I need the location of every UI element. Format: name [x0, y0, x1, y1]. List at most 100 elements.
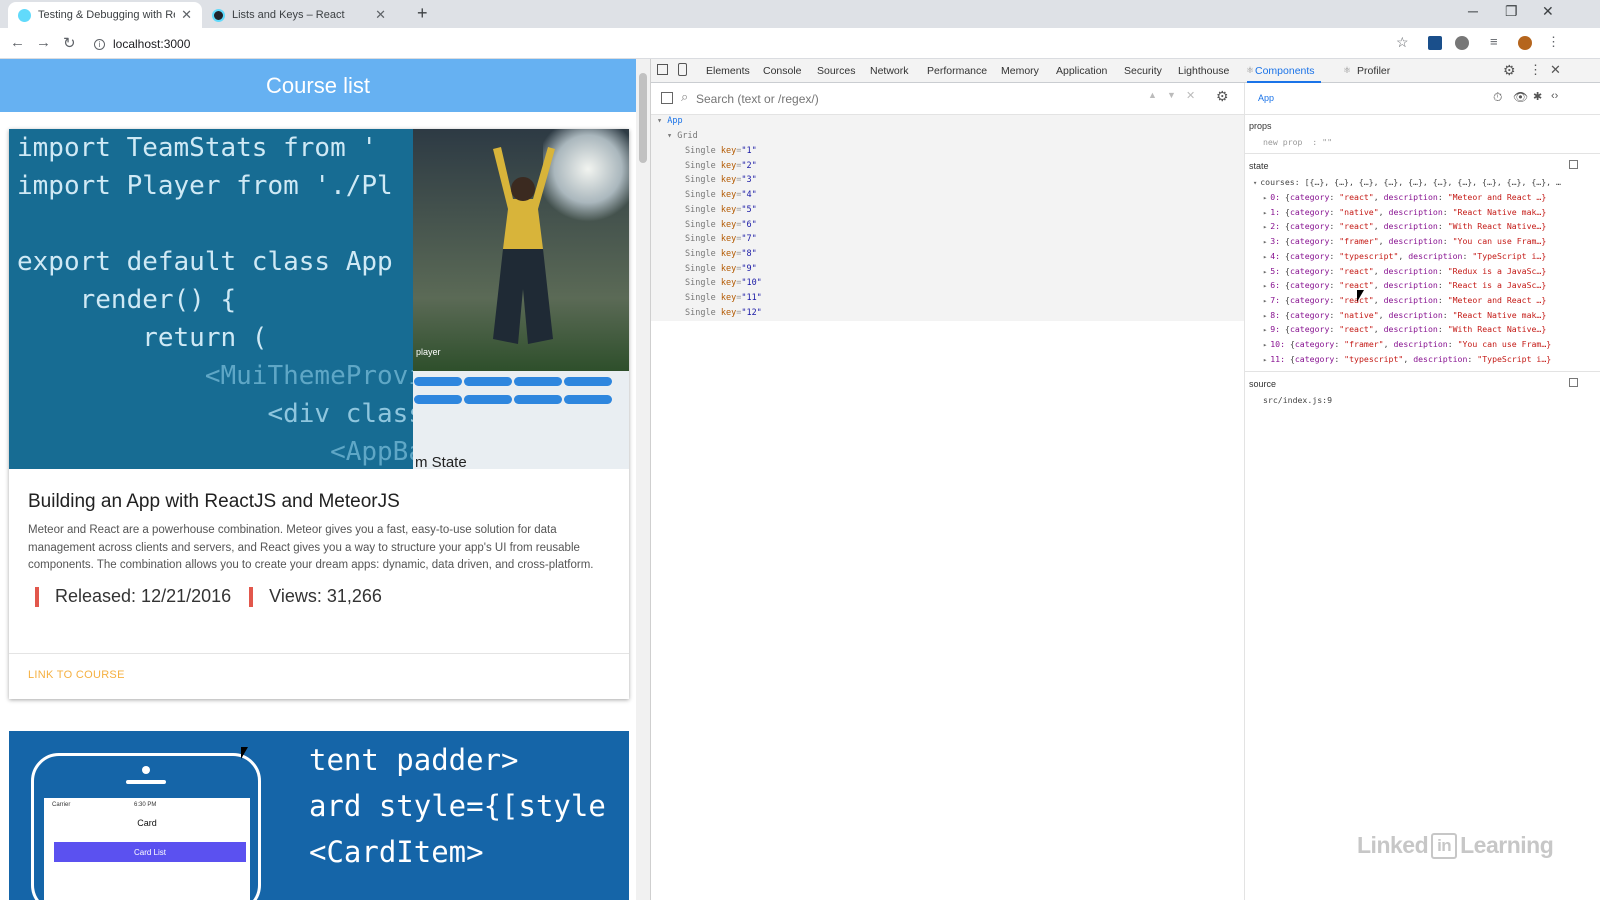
bookmark-star-icon[interactable]: ☆ — [1396, 34, 1409, 51]
tree-node-single[interactable]: Single key="3" — [685, 175, 757, 185]
components-settings-icon[interactable]: ⚙ — [1216, 88, 1229, 105]
reload-icon[interactable]: ↻ — [63, 34, 76, 52]
devtools-tab-elements[interactable]: Elements — [706, 65, 750, 77]
meta-divider — [249, 586, 254, 607]
course-state-entry[interactable]: ▸ 10: {category: "framer", description: "… — [1263, 339, 1551, 349]
selected-component-name: App — [1258, 93, 1275, 103]
devtools-tab-performance[interactable]: Performance — [927, 65, 987, 77]
view-source-icon[interactable]: ‹› — [1551, 90, 1558, 102]
section-divider — [1245, 153, 1600, 154]
course-state-entry[interactable]: ▸ 2: {category: "react", description: "Wi… — [1263, 221, 1546, 231]
extension-icon[interactable] — [1428, 36, 1442, 50]
state-label: state — [1249, 161, 1269, 171]
close-tab-icon[interactable]: ✕ — [181, 7, 192, 23]
browser-tab-active[interactable]: Testing & Debugging with React ✕ — [8, 2, 202, 28]
previous-result-icon[interactable]: ▲ — [1148, 90, 1157, 100]
chip — [464, 377, 512, 386]
scrollbar-thumb[interactable] — [639, 73, 647, 163]
tree-node-single[interactable]: Single key="2" — [685, 161, 757, 171]
browser-toolbar: ← → ↻ i localhost:3000 ☆ ≡ ⋮ — [0, 28, 1600, 59]
course-thumbnail-code: import TeamStats from ' import Player fr… — [9, 129, 413, 469]
url-text: localhost:3000 — [113, 37, 191, 51]
bug-icon[interactable]: ✱ — [1533, 90, 1542, 103]
devtools-menu-icon[interactable]: ⋮ — [1529, 62, 1542, 78]
timer-icon[interactable]: ⏱ — [1493, 90, 1502, 105]
tree-node-single[interactable]: Single key="10" — [685, 278, 762, 288]
devtools-tab-profiler[interactable]: Profiler — [1357, 65, 1390, 77]
tree-node-grid[interactable]: ▾ Grid — [667, 131, 698, 141]
close-window-icon[interactable]: ✕ — [1542, 3, 1554, 20]
site-info-icon[interactable]: i — [94, 38, 105, 50]
course-state-entry[interactable]: ▸ 0: {category: "react", description: "Me… — [1263, 192, 1546, 202]
devtools-tab-lighthouse[interactable]: Lighthouse — [1178, 65, 1229, 77]
course-state-entry[interactable]: ▸ 4: {category: "typescript", description… — [1263, 251, 1546, 261]
tree-node-app[interactable]: ▾ App — [657, 116, 683, 126]
course-state-entry[interactable]: ▸ 7: {category: "react", description: "Me… — [1263, 295, 1546, 305]
link-to-course[interactable]: LINK TO COURSE — [28, 669, 125, 681]
new-prop-value: : "" — [1312, 137, 1333, 147]
mouse-cursor — [1357, 290, 1364, 302]
page-scrollbar[interactable] — [636, 59, 650, 900]
devtools-tab-components[interactable]: Components — [1247, 65, 1321, 83]
tree-node-single[interactable]: Single key="7" — [685, 234, 757, 244]
devtools-close-icon[interactable]: ✕ — [1550, 62, 1561, 78]
reading-list-icon[interactable]: ≡ — [1490, 34, 1498, 49]
courses-summary[interactable]: ▾ courses: [{…}, {…}, {…}, {…}, {…}, {…},… — [1253, 177, 1561, 187]
tree-node-single[interactable]: Single key="9" — [685, 264, 757, 274]
course-state-entry[interactable]: ▸ 11: {category: "typescript", descriptio… — [1263, 354, 1551, 364]
browser-tab[interactable]: Lists and Keys – React ✕ — [202, 2, 396, 28]
copy-source-icon[interactable] — [1569, 378, 1578, 387]
new-tab-icon[interactable]: + — [417, 3, 428, 24]
code-line: export default class App — [17, 247, 393, 277]
devtools-tab-security[interactable]: Security — [1124, 65, 1162, 77]
minimize-icon[interactable]: ─ — [1468, 3, 1478, 19]
devtools-tab-console[interactable]: Console — [763, 65, 802, 77]
new-prop-row[interactable]: new prop : "" — [1263, 137, 1332, 147]
devtools-tab-memory[interactable]: Memory — [1001, 65, 1039, 77]
restore-icon[interactable]: ❐ — [1505, 3, 1518, 20]
avatar[interactable] — [1518, 36, 1532, 50]
select-element-icon[interactable] — [661, 92, 673, 104]
view-count: Views: 31,266 — [269, 586, 382, 606]
devtools-tab-network[interactable]: Network — [870, 65, 909, 77]
source-location[interactable]: src/index.js:9 — [1263, 395, 1332, 405]
course-state-entry[interactable]: ▸ 1: {category: "native", description: "R… — [1263, 207, 1546, 217]
next-result-icon[interactable]: ▼ — [1167, 90, 1176, 100]
devtools-panel: Elements Console Sources Network Perform… — [650, 59, 1600, 900]
course-state-entry[interactable]: ▸ 5: {category: "react", description: "Re… — [1263, 266, 1546, 276]
course-state-entry[interactable]: ▸ 3: {category: "framer", description: "Y… — [1263, 236, 1546, 246]
course-state-entry[interactable]: ▸ 6: {category: "react", description: "Re… — [1263, 280, 1546, 290]
search-icon: ⌕ — [681, 89, 689, 104]
devtools-settings-icon[interactable]: ⚙ — [1503, 62, 1516, 79]
devtools-tab-application[interactable]: Application — [1056, 65, 1107, 77]
copy-state-icon[interactable] — [1569, 160, 1578, 169]
menu-icon[interactable]: ⋮ — [1547, 34, 1560, 50]
course-state-entry[interactable]: ▸ 9: {category: "react", description: "Wi… — [1263, 324, 1546, 334]
mouse-cursor — [241, 747, 248, 759]
extension-icon[interactable] — [1455, 36, 1469, 50]
tree-node-single[interactable]: Single key="5" — [685, 205, 757, 215]
clear-search-icon[interactable]: ✕ — [1186, 89, 1195, 102]
back-icon[interactable]: ← — [10, 34, 25, 51]
close-tab-icon[interactable]: ✕ — [375, 7, 386, 23]
devtools-tab-sources[interactable]: Sources — [817, 65, 856, 77]
course-thumbnail-photo: player m State — [413, 129, 629, 469]
code-line: <div classNa — [17, 399, 413, 429]
linkedin-learning-watermark: Linked in Learning — [1357, 832, 1554, 859]
tree-node-single[interactable]: Single key="12" — [685, 308, 762, 318]
device-toolbar-icon[interactable] — [678, 63, 687, 76]
search-input[interactable] — [696, 90, 1126, 108]
course-state-entry[interactable]: ▸ 8: {category: "native", description: "R… — [1263, 310, 1546, 320]
app-bar: Course list — [0, 59, 636, 112]
forward-icon[interactable]: → — [36, 34, 51, 51]
released-date: Released: 12/21/2016 — [55, 586, 232, 606]
tree-node-single[interactable]: Single key="11" — [685, 293, 762, 303]
tree-node-single[interactable]: Single key="6" — [685, 220, 757, 230]
tree-node-single[interactable]: Single key="4" — [685, 190, 757, 200]
phone-card-title: Card — [137, 818, 157, 828]
inspect-element-icon[interactable] — [657, 64, 668, 75]
tree-node-single[interactable]: Single key="1" — [685, 146, 757, 156]
address-bar[interactable]: i localhost:3000 — [94, 33, 1434, 55]
tree-node-single[interactable]: Single key="8" — [685, 249, 757, 259]
eye-icon[interactable]: 👁 — [1513, 90, 1528, 104]
